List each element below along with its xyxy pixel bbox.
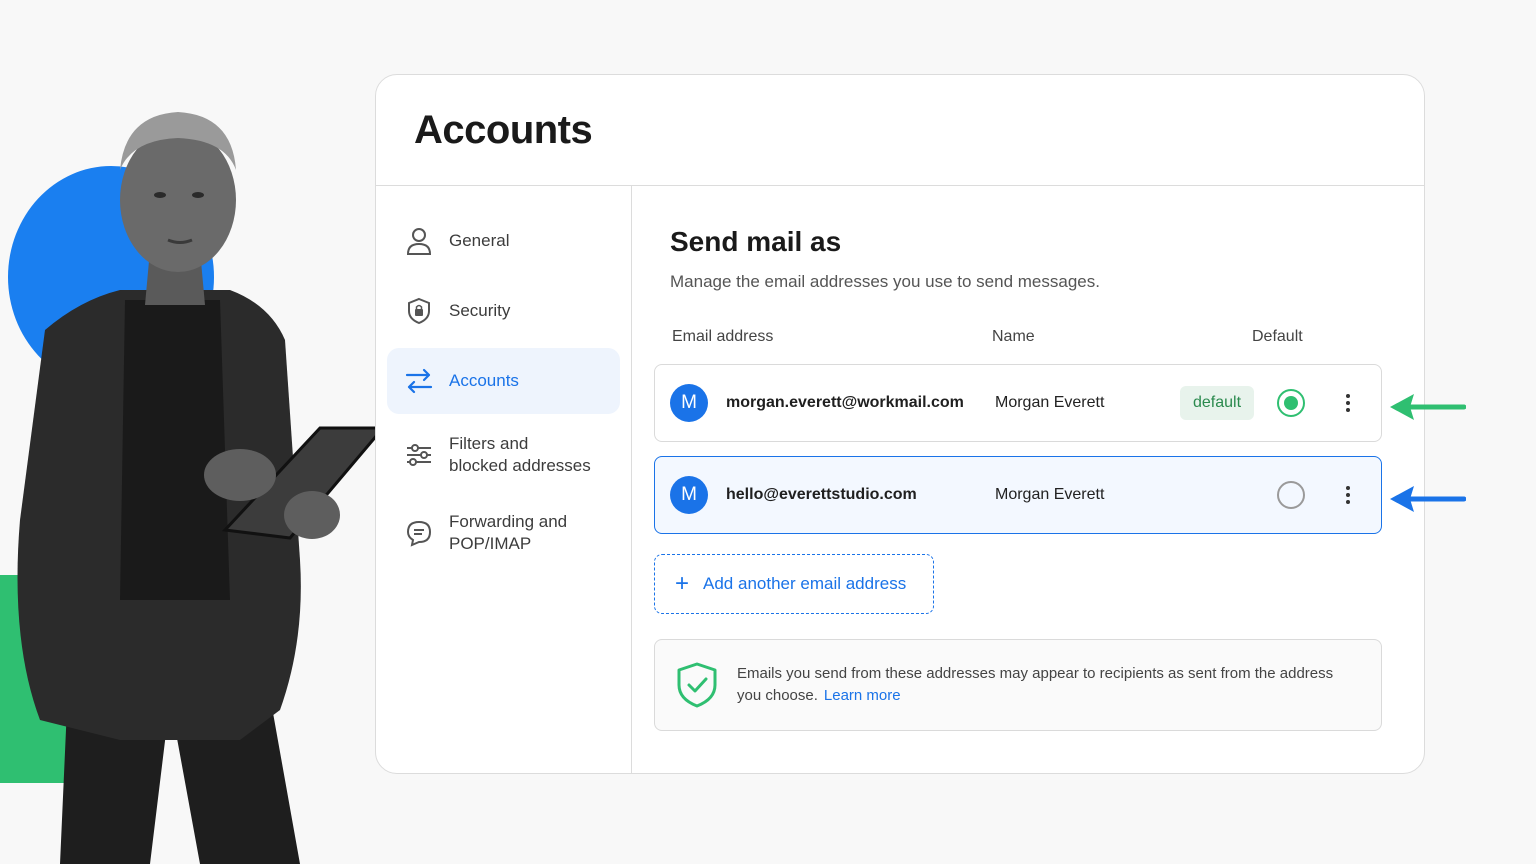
sidebar-item-label: Filters and blocked addresses	[449, 434, 591, 475]
sidebar-item-general[interactable]: General	[387, 208, 620, 274]
notice-text: Emails you send from these addresses may…	[737, 663, 1347, 707]
green-arrow-icon	[1390, 394, 1466, 420]
more-options-icon[interactable]	[1337, 388, 1359, 418]
account-email: hello@everettstudio.com	[726, 486, 917, 503]
card-body: General Security Accounts Filters and bl…	[376, 186, 1424, 773]
decorative-scene	[0, 0, 400, 864]
table-row: M hello@everettstudio.com Morgan Everett	[654, 456, 1382, 534]
section-description: Manage the email addresses you use to se…	[670, 272, 1100, 291]
person-icon	[405, 227, 433, 255]
add-email-button[interactable]: + Add another email address	[654, 554, 934, 614]
learn-more-link[interactable]: Learn more	[824, 687, 901, 704]
account-name: Morgan Everett	[995, 486, 1105, 503]
column-header-name: Name	[992, 328, 1035, 345]
sidebar-item-label: General	[449, 231, 510, 250]
table-row: M morgan.everett@workmail.com Morgan Eve…	[654, 364, 1382, 442]
person-with-tablet-illustration	[17, 112, 387, 864]
sidebar-item-label: Forwarding and POP/IMAP	[449, 512, 568, 553]
column-header-default: Default	[1252, 328, 1303, 345]
default-radio[interactable]	[1277, 481, 1305, 509]
sidebar: General Security Accounts Filters and bl…	[376, 186, 632, 773]
sidebar-item-security[interactable]: Security	[387, 278, 620, 344]
sidebar-item-forwarding[interactable]: Forwarding and POP/IMAP	[387, 496, 620, 570]
avatar: M	[670, 384, 708, 422]
shield-check-icon	[677, 662, 717, 708]
sliders-icon	[405, 441, 433, 469]
settings-card: Accounts General Security Accounts Filte…	[375, 74, 1425, 774]
default-badge: default	[1180, 386, 1255, 420]
sidebar-item-label: Accounts	[449, 371, 519, 390]
blue-arrow-icon	[1390, 486, 1466, 512]
avatar: M	[670, 476, 708, 514]
shield-lock-icon	[405, 297, 433, 325]
table-header: Email address Name Default	[654, 328, 1382, 350]
info-notice: Emails you send from these addresses may…	[654, 639, 1382, 731]
sidebar-item-filters[interactable]: Filters and blocked addresses	[387, 418, 620, 492]
section-title: Send mail as	[670, 226, 842, 257]
sidebar-item-label: Security	[449, 301, 511, 320]
send-mail-as-section: Send mail as Manage the email addresses …	[632, 186, 1424, 773]
page-title: Accounts	[414, 107, 593, 152]
add-email-label: Add another email address	[703, 574, 907, 593]
card-header: Accounts	[376, 75, 1424, 186]
more-options-icon[interactable]	[1337, 480, 1359, 510]
sidebar-item-accounts[interactable]: Accounts	[387, 348, 620, 414]
column-header-email: Email address	[672, 328, 774, 345]
account-name: Morgan Everett	[995, 394, 1105, 411]
account-email: morgan.everett@workmail.com	[726, 394, 964, 411]
plus-icon: +	[675, 570, 690, 597]
chat-bubble-icon	[405, 519, 433, 547]
swap-arrows-icon	[405, 367, 433, 395]
default-radio[interactable]	[1277, 389, 1305, 417]
